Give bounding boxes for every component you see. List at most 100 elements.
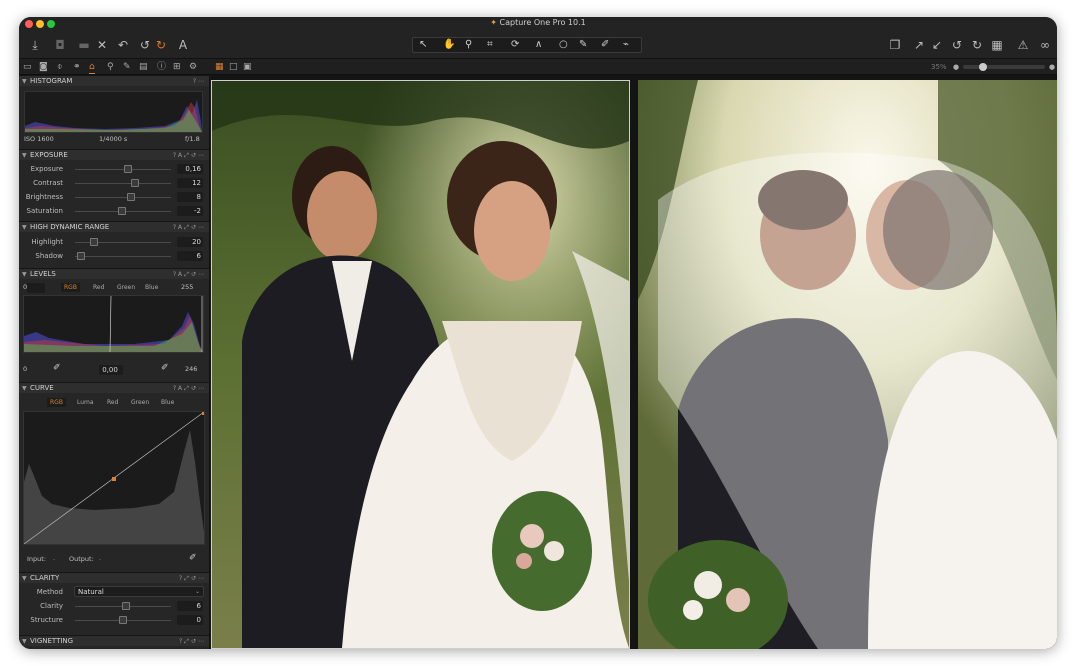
slider-knob[interactable] <box>121 602 130 610</box>
collapse-arrow-icon: ▼ <box>22 385 27 392</box>
stamp-tool-icon[interactable]: ⌁ <box>623 38 629 52</box>
settings-tab-icon[interactable]: ⚙ <box>189 61 197 73</box>
slider-track[interactable] <box>75 197 171 198</box>
local-adjust-tab-icon[interactable]: ✎ <box>123 61 131 73</box>
slider-value[interactable]: 0,16 <box>177 164 203 174</box>
layers-icon[interactable]: ❐ <box>887 36 903 54</box>
curve-header[interactable]: ▼ CURVE ?A⤢↺⋯ <box>19 382 209 394</box>
more-icon[interactable]: ?⤢↺⋯ <box>179 636 206 647</box>
more-icon[interactable]: ?A⤢↺⋯ <box>173 222 206 233</box>
slider-track[interactable] <box>75 256 171 257</box>
rotate-tool-icon[interactable]: ⟳ <box>511 38 519 52</box>
pointer-tool-icon[interactable]: ↖ <box>419 38 427 52</box>
details-tab-icon[interactable]: ⚲ <box>107 61 114 73</box>
import-icon[interactable]: ⤓ <box>27 36 43 54</box>
redo-icon[interactable]: ↻ <box>153 36 169 54</box>
levels-tab-red[interactable]: Red <box>93 283 104 292</box>
clarity-method-select[interactable]: Natural ⌄ <box>74 586 204 597</box>
warning-icon[interactable]: ⚠ <box>1015 36 1031 54</box>
vignetting-header[interactable]: ▼ VIGNETTING ?⤢↺⋯ <box>19 635 209 647</box>
curve-graph[interactable] <box>23 411 205 545</box>
color-tab-icon[interactable]: ⚭ <box>73 61 81 73</box>
slider-value[interactable]: 20 <box>177 237 203 247</box>
curve-tab-red[interactable]: Red <box>107 398 118 407</box>
hdr-header[interactable]: ▼ HIGH DYNAMIC RANGE ?A⤢↺⋯ <box>19 221 209 233</box>
crop-tool-icon[interactable]: ⌗ <box>487 38 493 52</box>
metadata-tab-icon[interactable]: ⓘ <box>157 61 166 73</box>
single-view-icon[interactable]: □ <box>229 61 238 73</box>
curve-endpoint[interactable] <box>202 412 205 415</box>
rotate-right-icon[interactable]: ↻ <box>969 36 985 54</box>
delete-icon[interactable]: ✕ <box>94 36 110 54</box>
collapse-arrow-icon: ▼ <box>22 271 27 278</box>
more-icon[interactable]: ?A⤢↺⋯ <box>173 269 206 280</box>
curve-picker-icon[interactable]: ✐ <box>189 553 197 563</box>
slider-value[interactable]: 0 <box>177 615 203 625</box>
output-tab-icon[interactable]: ⊞ <box>173 61 181 73</box>
levels-mid-value[interactable]: 0,00 <box>99 365 123 375</box>
curve-tab-blue[interactable]: Blue <box>161 398 174 407</box>
lens-tab-icon[interactable]: ⌽ <box>57 61 62 73</box>
slider-knob[interactable] <box>126 193 135 201</box>
levels-tab-green[interactable]: Green <box>117 283 135 292</box>
slider-value[interactable]: 6 <box>177 601 203 611</box>
brush-tool-icon[interactable]: ✎ <box>579 38 587 52</box>
slider-value[interactable]: -2 <box>177 206 203 216</box>
keystone-tool-icon[interactable]: ∧ <box>535 38 542 52</box>
slider-knob[interactable] <box>90 238 99 246</box>
folder-icon[interactable]: ▬ <box>76 36 92 54</box>
grid-icon[interactable]: ▦ <box>989 36 1005 54</box>
rotate-left-icon[interactable]: ↺ <box>949 36 965 54</box>
curve-tab-rgb[interactable]: RGB <box>47 398 66 407</box>
more-icon[interactable]: ?A⤢↺⋯ <box>173 150 206 161</box>
white-picker-icon[interactable]: ✐ <box>161 363 169 373</box>
undo-icon[interactable]: ↺ <box>137 36 153 54</box>
fit-view-icon[interactable]: ▣ <box>243 61 252 73</box>
histogram-header[interactable]: ▼ HISTOGRAM ?⋯ <box>19 75 209 87</box>
exposure-tab-icon[interactable]: ⌂ <box>89 61 95 74</box>
apply-icon[interactable]: ↙ <box>929 36 945 54</box>
levels-low-field[interactable] <box>27 283 45 293</box>
zoom-tool-icon[interactable]: ⚲ <box>465 38 472 52</box>
levels-header[interactable]: ▼ LEVELS ?A⤢↺⋯ <box>19 268 209 280</box>
slider-track[interactable] <box>75 183 171 184</box>
more-icon[interactable]: ?⋯ <box>193 76 206 87</box>
levels-tab-rgb[interactable]: RGB <box>61 283 80 292</box>
levels-out-high: 246 <box>185 365 198 373</box>
text-icon[interactable]: A <box>175 36 191 54</box>
slider-value[interactable]: 6 <box>177 251 203 261</box>
capture-tab-icon[interactable]: ◙ <box>39 61 48 73</box>
slider-knob[interactable] <box>76 252 85 260</box>
image-viewer <box>211 75 1057 649</box>
picker-tool-icon[interactable]: ✐ <box>601 38 609 52</box>
glasses-icon[interactable]: ∞ <box>1035 36 1055 54</box>
curve-tab-luma[interactable]: Luma <box>77 398 94 407</box>
slider-knob[interactable] <box>123 165 132 173</box>
slider-knob[interactable] <box>130 179 139 187</box>
slider-knob[interactable] <box>118 207 127 215</box>
library-tab-icon[interactable]: ▭ <box>23 61 32 73</box>
black-picker-icon[interactable]: ✐ <box>53 363 61 373</box>
photo-right[interactable] <box>638 80 1057 649</box>
slider-knob[interactable] <box>119 616 127 624</box>
adjustments-tab-icon[interactable]: ▤ <box>139 61 148 73</box>
pick-icon[interactable]: ↗ <box>911 36 927 54</box>
hand-undo-icon[interactable]: ↶ <box>115 36 131 54</box>
hand-tool-icon[interactable]: ✋ <box>443 38 455 52</box>
exposure-header[interactable]: ▼ EXPOSURE ?A⤢↺⋯ <box>19 149 209 161</box>
more-icon[interactable]: ?A⤢↺⋯ <box>173 383 206 394</box>
slider-value[interactable]: 8 <box>177 192 203 202</box>
curve-point[interactable] <box>112 477 116 481</box>
slider-value[interactable]: 12 <box>177 178 203 188</box>
clarity-header[interactable]: ▼ CLARITY ?⤢↺⋯ <box>19 572 209 584</box>
shutter-value: 1/4000 s <box>99 135 128 143</box>
levels-tab-blue[interactable]: Blue <box>145 283 158 292</box>
levels-out-low: 0 <box>23 365 28 373</box>
zoom-slider[interactable] <box>963 63 1045 71</box>
curve-tab-green[interactable]: Green <box>131 398 149 407</box>
camera-icon[interactable]: ◘ <box>52 36 68 54</box>
more-icon[interactable]: ?⤢↺⋯ <box>179 573 206 584</box>
grid-view-icon[interactable]: ▦ <box>215 61 224 73</box>
photo-left[interactable] <box>211 80 630 649</box>
spot-tool-icon[interactable]: ○ <box>559 38 568 52</box>
